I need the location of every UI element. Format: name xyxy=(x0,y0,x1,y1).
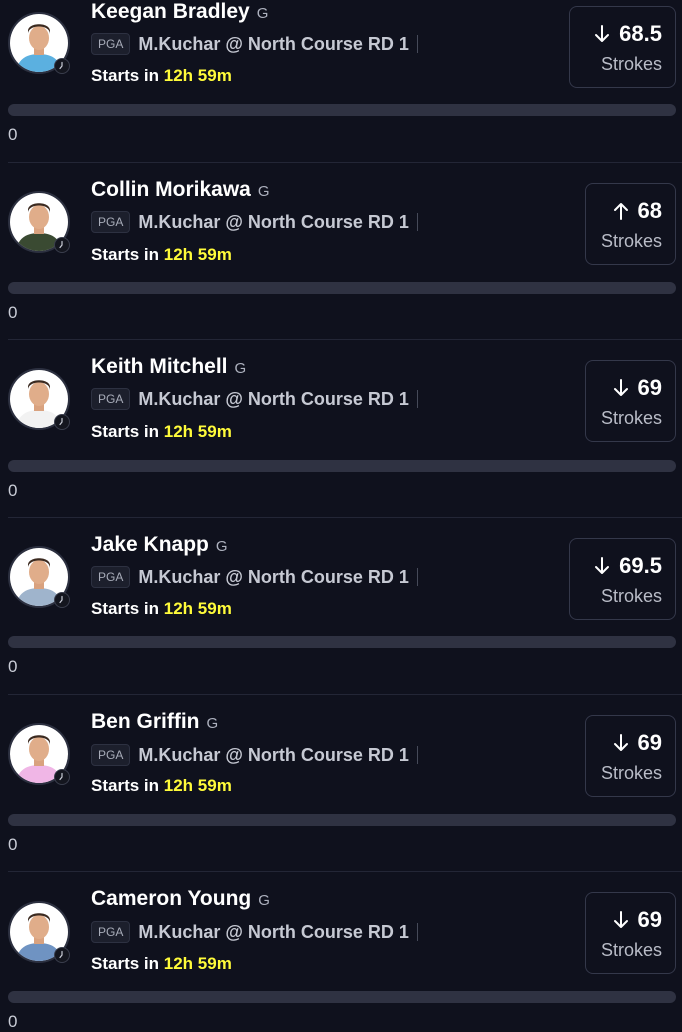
league-badge: PGA xyxy=(91,211,131,233)
arrow-down-icon xyxy=(613,733,629,753)
progress-value: 0 xyxy=(8,657,18,676)
countdown-timer: 12h 59m xyxy=(163,599,232,618)
matchup-text: M.Kuchar @ North Course RD 1 xyxy=(138,33,409,54)
separator xyxy=(416,568,418,586)
player-position: G xyxy=(258,892,270,909)
line-value: 68 xyxy=(637,198,662,223)
player-name: Keegan Bradley xyxy=(91,0,250,23)
clock-badge-icon xyxy=(54,769,70,785)
arrow-up-icon xyxy=(613,201,629,221)
progress-value: 0 xyxy=(8,125,18,144)
matchup-text: M.Kuchar @ North Course RD 1 xyxy=(138,566,409,587)
line-value: 69 xyxy=(637,730,662,755)
starts-in-label: Starts in xyxy=(91,66,160,85)
line-value: 69 xyxy=(637,375,662,400)
divider xyxy=(8,694,682,695)
countdown-timer: 12h 59m xyxy=(163,776,232,795)
starts-in-label: Starts in xyxy=(91,776,160,795)
projection-line-button[interactable]: 68 Strokes xyxy=(585,183,676,265)
separator xyxy=(416,213,418,231)
projection-line-button[interactable]: 69.5 Strokes xyxy=(569,538,676,620)
projection-line-button[interactable]: 69 Strokes xyxy=(585,360,676,442)
player-name: Ben Griffin xyxy=(91,710,200,733)
arrow-down-icon xyxy=(594,24,610,44)
matchup-text: M.Kuchar @ North Course RD 1 xyxy=(138,211,409,232)
line-unit: Strokes xyxy=(600,231,662,251)
progress-value: 0 xyxy=(8,835,18,854)
progress-bar xyxy=(8,991,676,1003)
progress-bar xyxy=(8,282,676,294)
projection-line-button[interactable]: 68.5 Strokes xyxy=(569,6,676,88)
arrow-down-icon xyxy=(613,910,629,930)
divider xyxy=(8,517,682,518)
progress-bar xyxy=(8,104,676,116)
progress-value: 0 xyxy=(8,303,18,322)
player-position: G xyxy=(206,715,219,732)
player-card[interactable]: Keegan Bradley G PGA M.Kuchar @ North Co… xyxy=(0,0,682,175)
player-name: Jake Knapp xyxy=(91,533,209,556)
line-unit: Strokes xyxy=(600,940,662,960)
progress-value: 0 xyxy=(8,481,18,500)
line-unit: Strokes xyxy=(600,408,662,428)
line-value: 68.5 xyxy=(619,21,662,46)
projection-list: Keegan Bradley G PGA M.Kuchar @ North Co… xyxy=(0,0,682,1032)
league-badge: PGA xyxy=(91,33,131,55)
matchup-text: M.Kuchar @ North Course RD 1 xyxy=(138,388,409,409)
league-badge: PGA xyxy=(91,566,131,588)
clock-badge-icon xyxy=(54,592,70,608)
player-name: Collin Morikawa xyxy=(91,178,251,201)
player-position: G xyxy=(215,538,228,555)
player-position: G xyxy=(234,360,247,377)
arrow-down-icon xyxy=(594,556,610,576)
clock-badge-icon xyxy=(54,58,70,74)
matchup-text: M.Kuchar @ North Course RD 1 xyxy=(138,921,409,942)
clock-badge-icon xyxy=(54,947,70,963)
line-value: 69 xyxy=(637,907,662,932)
countdown-timer: 12h 59m xyxy=(163,422,232,441)
projection-line-button[interactable]: 69 Strokes xyxy=(585,715,676,797)
player-card[interactable]: Keith Mitchell G PGA M.Kuchar @ North Co… xyxy=(0,352,682,529)
starts-in-label: Starts in xyxy=(91,954,160,973)
player-card[interactable]: Collin Morikawa G PGA M.Kuchar @ North C… xyxy=(0,175,682,352)
line-unit: Strokes xyxy=(600,586,662,606)
line-value: 69.5 xyxy=(619,553,662,578)
league-badge: PGA xyxy=(91,744,131,766)
countdown-timer: 12h 59m xyxy=(163,245,232,264)
starts-in-label: Starts in xyxy=(91,422,160,441)
separator xyxy=(416,390,418,408)
matchup-text: M.Kuchar @ North Course RD 1 xyxy=(138,744,409,765)
player-card[interactable]: Ben Griffin G PGA M.Kuchar @ North Cours… xyxy=(0,706,682,883)
line-unit: Strokes xyxy=(600,763,662,783)
separator xyxy=(416,35,418,53)
progress-bar xyxy=(8,460,676,472)
player-card[interactable]: Jake Knapp G PGA M.Kuchar @ North Course… xyxy=(0,529,682,706)
league-badge: PGA xyxy=(91,388,131,410)
starts-in-label: Starts in xyxy=(91,245,160,264)
league-badge: PGA xyxy=(91,921,131,943)
player-name: Keith Mitchell xyxy=(91,355,228,378)
progress-bar xyxy=(8,636,676,648)
clock-badge-icon xyxy=(54,237,70,253)
divider xyxy=(8,339,682,340)
player-card[interactable]: Cameron Young G PGA M.Kuchar @ North Cou… xyxy=(0,883,682,1032)
player-position: G xyxy=(257,183,270,200)
projection-line-button[interactable]: 69 Strokes xyxy=(585,892,676,974)
clock-badge-icon xyxy=(54,414,70,430)
player-position: G xyxy=(256,5,269,22)
divider xyxy=(8,871,682,872)
progress-bar xyxy=(8,814,676,826)
progress-value: 0 xyxy=(8,1012,18,1031)
line-unit: Strokes xyxy=(600,54,662,74)
countdown-timer: 12h 59m xyxy=(163,954,232,973)
separator xyxy=(416,746,418,764)
arrow-down-icon xyxy=(613,378,629,398)
separator xyxy=(416,923,418,941)
countdown-timer: 12h 59m xyxy=(163,66,232,85)
player-name: Cameron Young xyxy=(91,887,252,910)
divider xyxy=(8,162,682,163)
starts-in-label: Starts in xyxy=(91,599,160,618)
